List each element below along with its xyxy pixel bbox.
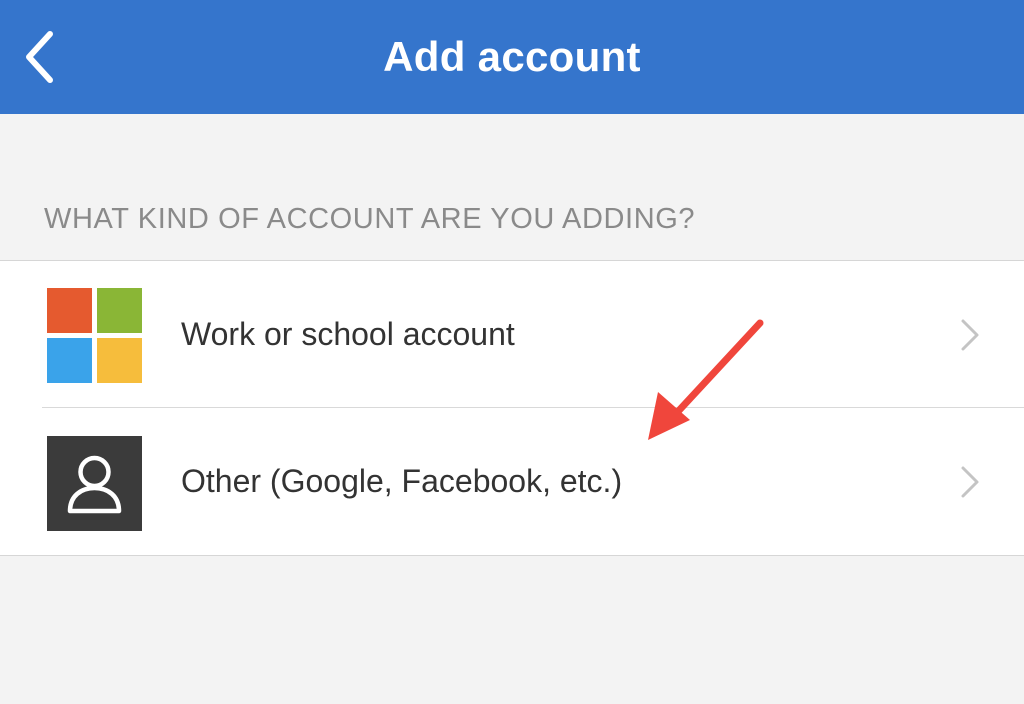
option-label: Other (Google, Facebook, etc.) — [181, 463, 623, 499]
page-title: Add account — [383, 33, 641, 80]
back-button[interactable] — [14, 24, 70, 90]
person-icon — [47, 436, 142, 531]
chevron-right-icon — [961, 466, 979, 498]
option-work-or-school-account[interactable]: Work or school account — [0, 261, 1024, 408]
header-bar: Add account — [0, 0, 1024, 114]
chevron-right-icon — [961, 319, 979, 351]
option-label: Work or school account — [181, 316, 515, 352]
chevron-left-icon — [26, 31, 53, 83]
microsoft-logo-icon — [47, 288, 142, 383]
option-other-account[interactable]: Other (Google, Facebook, etc.) — [0, 408, 1024, 555]
section-header: WHAT KIND OF ACCOUNT ARE YOU ADDING? — [44, 203, 696, 235]
add-account-screen: Add account WHAT KIND OF ACCOUNT ARE YOU… — [0, 0, 1024, 704]
account-type-list: Work or school account Other (Google, Fa… — [0, 260, 1024, 556]
